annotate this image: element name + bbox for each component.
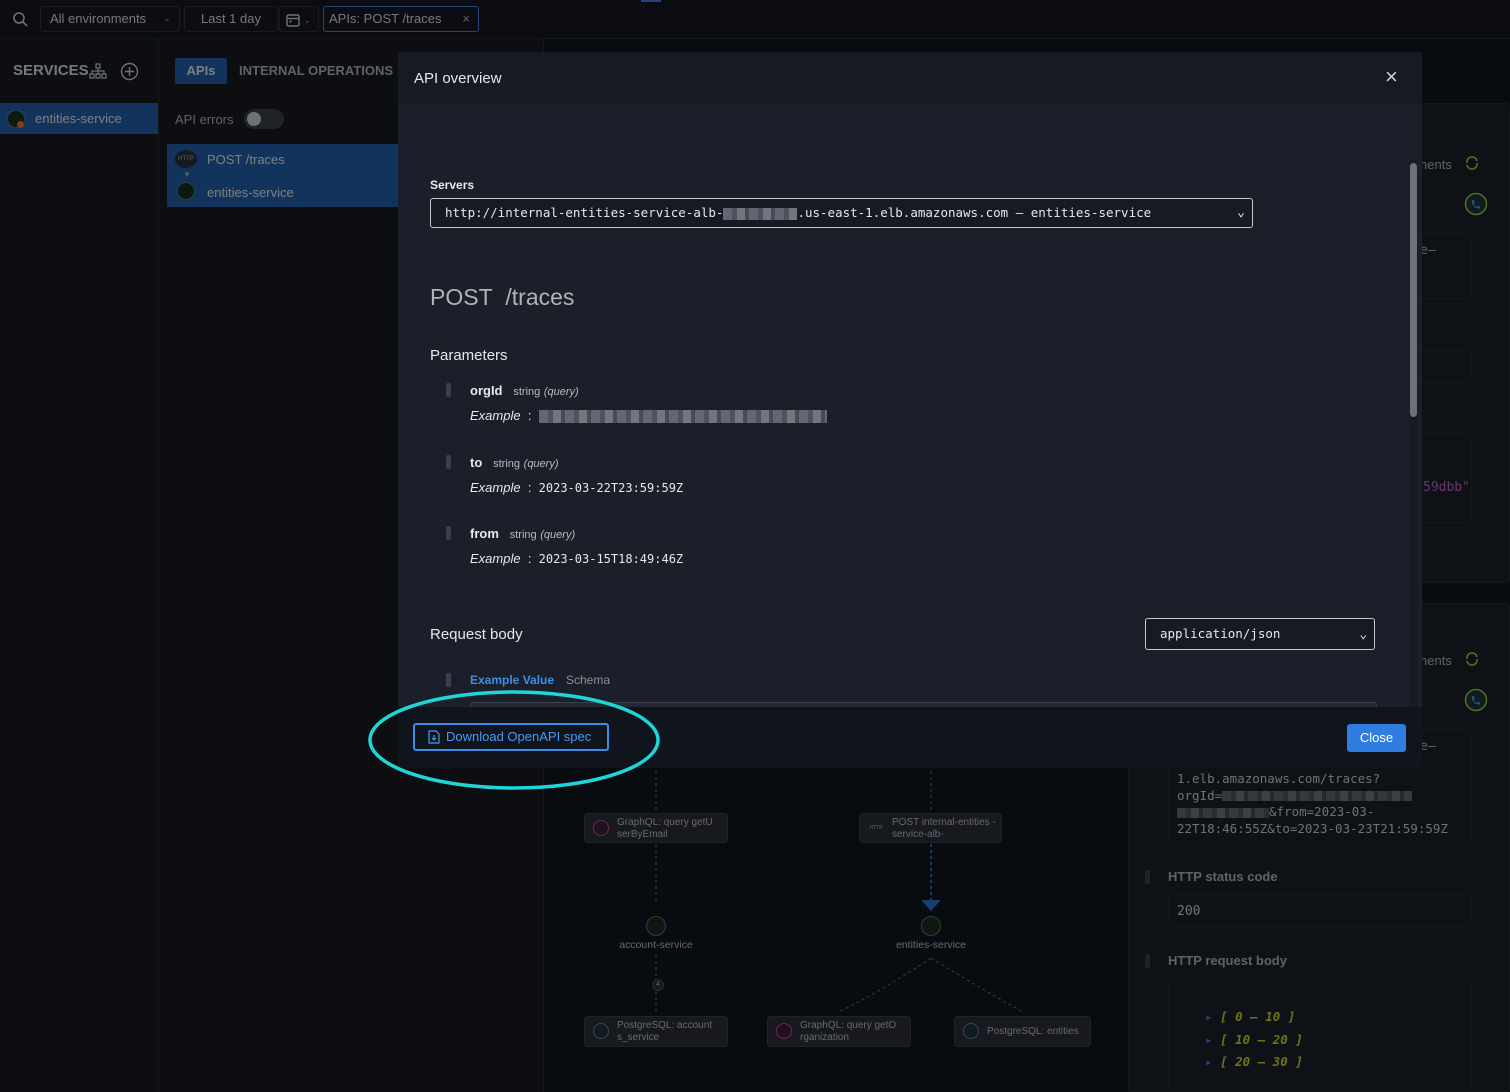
param-example-label: Example bbox=[470, 480, 521, 495]
param-row: from string (query) bbox=[470, 526, 575, 541]
modal-header: API overview × bbox=[398, 52, 1422, 104]
bullet bbox=[446, 455, 451, 469]
param-in: (query) bbox=[523, 458, 559, 470]
close-icon[interactable]: × bbox=[1385, 64, 1398, 90]
endpoint-method: POST bbox=[430, 284, 493, 310]
param-name: to bbox=[470, 455, 483, 470]
content-type-value: application/json bbox=[1160, 626, 1281, 641]
param-in: (query) bbox=[543, 386, 579, 398]
chevron-down-icon: ⌄ bbox=[1237, 205, 1245, 220]
close-button[interactable]: Close bbox=[1347, 724, 1406, 752]
param-example-row: Example : bbox=[470, 408, 827, 424]
param-type: string bbox=[513, 386, 541, 398]
scrollbar-thumb[interactable] bbox=[1410, 163, 1417, 417]
bullet bbox=[446, 383, 451, 397]
param-in: (query) bbox=[540, 529, 576, 541]
modal-body: Servers http://internal-entities-service… bbox=[398, 104, 1422, 759]
api-overview-modal: API overview × Servers http://internal-e… bbox=[398, 52, 1422, 768]
param-example-value: 2023-03-22T23:59:59Z bbox=[538, 481, 684, 495]
tab-example-value[interactable]: Example Value bbox=[470, 673, 554, 687]
chevron-down-icon: ⌄ bbox=[1359, 626, 1367, 641]
param-type: string bbox=[493, 458, 521, 470]
servers-select[interactable]: http://internal-entities-service-alb- .us… bbox=[430, 198, 1253, 228]
modal-title: API overview bbox=[414, 70, 502, 87]
content-type-select[interactable]: application/json ⌄ bbox=[1145, 618, 1375, 650]
param-type: string bbox=[509, 529, 537, 541]
param-name: from bbox=[470, 526, 499, 541]
bullet bbox=[446, 526, 451, 540]
param-row: to string (query) bbox=[470, 455, 559, 470]
bullet bbox=[446, 673, 451, 687]
param-name: orgId bbox=[470, 383, 503, 398]
server-url-suffix: .us-east-1.elb.amazonaws.com – entities-… bbox=[797, 205, 1152, 220]
tab-schema[interactable]: Schema bbox=[566, 673, 610, 687]
param-row: orgId string (query) bbox=[470, 383, 579, 398]
param-example-value: 2023-03-15T18:49:46Z bbox=[538, 552, 684, 566]
servers-label: Servers bbox=[430, 178, 475, 192]
param-example-row: Example : 2023-03-15T18:49:46Z bbox=[470, 551, 684, 566]
param-example-row: Example : 2023-03-22T23:59:59Z bbox=[470, 480, 684, 495]
server-url-prefix: http://internal-entities-service-alb- bbox=[445, 205, 724, 220]
param-example-label: Example bbox=[470, 408, 521, 423]
endpoint-path: /traces bbox=[505, 284, 575, 310]
parameters-heading: Parameters bbox=[430, 347, 508, 364]
highlight-ring bbox=[368, 690, 660, 790]
endpoint-title: POST /traces bbox=[430, 284, 574, 311]
scrollbar-track[interactable] bbox=[1409, 160, 1418, 759]
request-body-heading: Request body bbox=[430, 626, 523, 643]
param-example-label: Example bbox=[470, 551, 521, 566]
